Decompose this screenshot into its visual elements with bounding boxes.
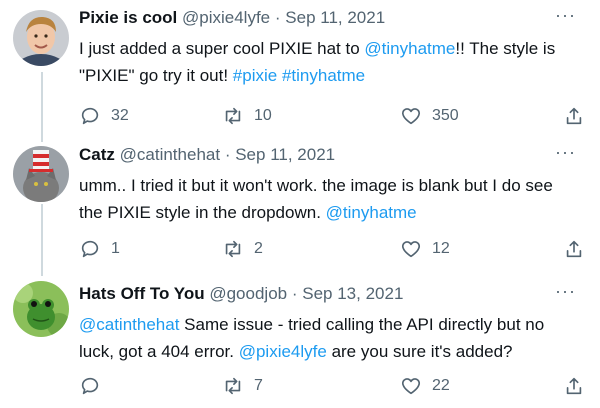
tweet-thread: Pixie is cool @pixie4lyfe · Sep 11, 2021… — [0, 0, 600, 408]
retweet-count: 10 — [254, 107, 272, 124]
avatar-image — [13, 10, 69, 66]
tweet-text-line: "PIXIE" go try it out! #pixie #tinyhatme — [79, 62, 590, 89]
share-button[interactable] — [563, 374, 585, 398]
avatar[interactable] — [13, 10, 69, 66]
text-segment: the PIXIE style in the dropdown. — [79, 203, 326, 222]
tweet-actions: 1 2 12 — [0, 237, 600, 261]
retweet-icon — [225, 240, 241, 258]
avatar[interactable] — [13, 146, 69, 202]
like-button[interactable]: 12 — [400, 237, 450, 261]
tweet-actions: 7 22 — [0, 374, 600, 398]
tweet-header: Pixie is cool @pixie4lyfe · Sep 11, 2021… — [79, 5, 590, 31]
reply-icon — [81, 240, 99, 258]
hashtag-link[interactable]: #pixie — [233, 66, 277, 85]
more-options-icon[interactable]: ··· — [555, 142, 576, 162]
share-icon — [566, 107, 582, 125]
separator-dot: · — [291, 284, 298, 303]
like-count: 12 — [432, 240, 450, 257]
heart-icon — [401, 241, 421, 258]
text-segment: umm.. I tried it but it won't work. the … — [79, 176, 553, 195]
text-segment: I just added a super cool PIXIE hat to — [79, 39, 365, 58]
user-handle[interactable]: @goodjob — [209, 284, 287, 303]
more-options-icon[interactable]: ··· — [555, 281, 576, 301]
text-segment: !! The style is — [455, 39, 556, 58]
retweet-icon — [225, 107, 241, 125]
avatar-image — [13, 146, 69, 202]
reply-count: 32 — [111, 107, 129, 124]
reply-icon — [81, 107, 99, 125]
tweet-text-line: I just added a super cool PIXIE hat to @… — [79, 35, 590, 62]
like-button[interactable]: 350 — [400, 104, 459, 128]
share-icon — [566, 377, 582, 395]
share-button[interactable] — [563, 237, 585, 261]
reply-button[interactable] — [79, 374, 111, 398]
separator-dot: · — [274, 8, 281, 27]
text-segment: are you sure it's added? — [326, 342, 513, 361]
display-name[interactable]: Catz — [79, 145, 115, 164]
text-segment: Same issue - tried calling the API direc… — [179, 315, 545, 334]
tweet-date[interactable]: Sep 11, 2021 — [285, 8, 385, 27]
separator-dot: · — [224, 145, 231, 164]
like-button[interactable]: 22 — [400, 374, 450, 398]
tweet-text-line: @catinthehat Same issue - tried calling … — [79, 311, 590, 338]
tweet-text: I just added a super cool PIXIE hat to @… — [79, 35, 590, 89]
reply-count: 1 — [111, 240, 120, 257]
tweet-text-line: luck, got a 404 error. @pixie4lyfe are y… — [79, 338, 590, 365]
retweet-count: 2 — [254, 240, 263, 257]
mention-link[interactable]: @tinyhatme — [364, 39, 455, 58]
tweet-date[interactable]: Sep 11, 2021 — [235, 145, 335, 164]
user-handle[interactable]: @pixie4lyfe — [182, 8, 270, 27]
tweet-text-line: the PIXIE style in the dropdown. @tinyha… — [79, 199, 590, 226]
retweet-button[interactable]: 2 — [222, 237, 263, 261]
like-count: 350 — [432, 107, 459, 124]
retweet-count: 7 — [254, 377, 263, 394]
tweet-header: Catz @catinthehat · Sep 11, 2021 ··· — [79, 142, 590, 168]
heart-icon — [401, 378, 421, 395]
avatar-image — [13, 281, 69, 337]
heart-icon — [401, 108, 421, 125]
tweet-text: umm.. I tried it but it won't work. the … — [79, 172, 590, 226]
retweet-button[interactable]: 7 — [222, 374, 263, 398]
display-name[interactable]: Pixie is cool — [79, 8, 177, 27]
mention-link[interactable]: @pixie4lyfe — [239, 342, 327, 361]
tweet-text-line: umm.. I tried it but it won't work. the … — [79, 172, 590, 199]
mention-link[interactable]: @catinthehat — [79, 315, 179, 334]
retweet-button[interactable]: 10 — [222, 104, 272, 128]
share-icon — [566, 240, 582, 258]
hashtag-link[interactable]: #tinyhatme — [282, 66, 365, 85]
share-button[interactable] — [563, 104, 585, 128]
like-count: 22 — [432, 377, 450, 394]
retweet-icon — [225, 377, 241, 395]
text-segment: luck, got a 404 error. — [79, 342, 239, 361]
display-name[interactable]: Hats Off To You — [79, 284, 205, 303]
reply-button[interactable]: 1 — [79, 237, 120, 261]
tweet-header: Hats Off To You @goodjob · Sep 13, 2021 … — [79, 281, 590, 307]
text-segment: "PIXIE" go try it out! — [79, 66, 233, 85]
avatar[interactable] — [13, 281, 69, 337]
mention-link[interactable]: @tinyhatme — [326, 203, 417, 222]
tweet-actions: 32 10 350 — [0, 104, 600, 128]
tweet-date[interactable]: Sep 13, 2021 — [302, 284, 403, 303]
reply-icon — [81, 377, 99, 395]
user-handle[interactable]: @catinthehat — [120, 145, 220, 164]
more-options-icon[interactable]: ··· — [555, 5, 576, 25]
reply-button[interactable]: 32 — [79, 104, 129, 128]
tweet-text: @catinthehat Same issue - tried calling … — [79, 311, 590, 365]
